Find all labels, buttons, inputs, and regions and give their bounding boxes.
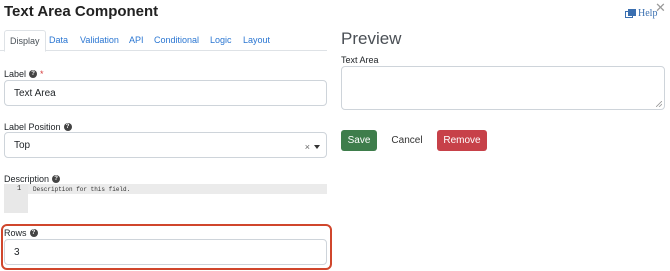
question-icon: ?	[52, 175, 61, 183]
tab-logic[interactable]: Logic	[205, 30, 237, 51]
caret-down-icon[interactable]	[314, 145, 320, 149]
label-position-select[interactable]: Top ×	[4, 132, 327, 158]
cancel-button[interactable]: Cancel	[387, 130, 427, 151]
preview-field-text: Text Area	[341, 55, 379, 65]
label-field-text: Label	[4, 69, 27, 79]
tab-display[interactable]: Display	[4, 30, 46, 52]
rows-label: Rows ?	[4, 228, 38, 238]
line-number: 1	[17, 185, 22, 193]
rows-text: Rows	[4, 228, 27, 238]
description-placeholder: Description for this field.	[33, 186, 131, 193]
preview-title: Preview	[341, 29, 402, 48]
question-icon: ?	[29, 70, 38, 78]
save-button[interactable]: Save	[341, 130, 377, 151]
help-link[interactable]: Help	[625, 8, 657, 19]
help-icon	[625, 9, 636, 18]
label-field-label: Label ? *	[4, 69, 44, 79]
label-position-value: Top	[14, 139, 31, 151]
close-icon[interactable]: ✕	[655, 0, 666, 16]
tab-bar: Display Data Validation API Conditional …	[0, 30, 327, 52]
description-editor[interactable]: 1 Description for this field.	[4, 184, 327, 213]
tab-data[interactable]: Data	[44, 30, 73, 51]
clear-icon[interactable]: ×	[305, 142, 310, 152]
tab-api[interactable]: API	[124, 30, 149, 51]
rows-input-value: 3	[14, 246, 20, 258]
label-input[interactable]: Text Area	[4, 80, 327, 106]
required-mark: *	[40, 69, 44, 79]
resize-handle-icon[interactable]	[656, 101, 662, 107]
description-text: Description	[4, 174, 50, 184]
remove-button[interactable]: Remove	[437, 130, 487, 151]
tab-validation[interactable]: Validation	[75, 30, 124, 51]
label-position-text: Label Position	[4, 122, 61, 132]
question-icon: ?	[29, 229, 38, 237]
dialog-title: Text Area Component	[4, 3, 159, 20]
tab-conditional[interactable]: Conditional	[149, 30, 204, 51]
tab-layout[interactable]: Layout	[238, 30, 275, 51]
question-icon: ?	[63, 123, 72, 131]
label-input-value: Text Area	[14, 87, 56, 99]
description-label: Description ?	[4, 174, 61, 184]
editor-gutter	[4, 184, 28, 213]
preview-field-label: Text Area	[341, 55, 379, 65]
preview-textarea[interactable]	[341, 66, 665, 110]
label-position-label: Label Position ?	[4, 122, 72, 132]
rows-input[interactable]: 3	[4, 239, 327, 265]
